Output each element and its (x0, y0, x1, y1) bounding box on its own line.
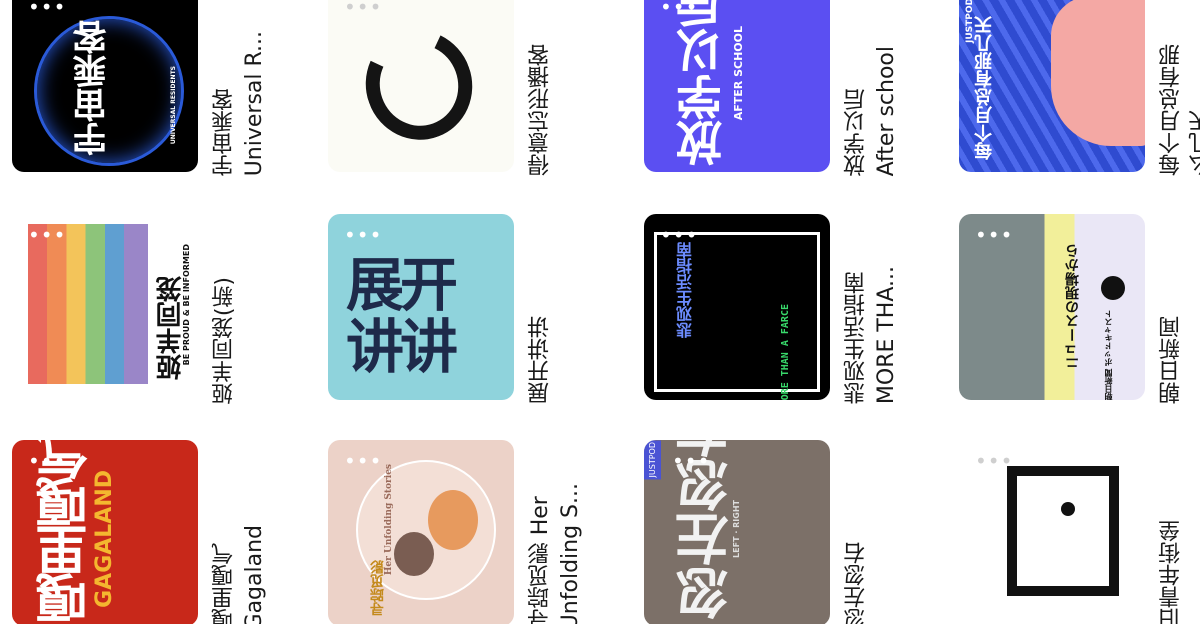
cover-subtext: MORE THAN A FARCE (780, 304, 791, 400)
cover-blob-orange (428, 490, 478, 550)
more-options-icon[interactable]: ••• (28, 451, 66, 471)
podcast-title: 每个月总有那 么几天 (1159, 44, 1200, 176)
podcast-title: 宇宙乘客 Universal R... (212, 30, 267, 176)
cover-text: 嘎里嘎气 (37, 440, 97, 624)
podcast-card[interactable]: ••• 得意忘形播客 (316, 0, 616, 186)
hand-illustration (1051, 0, 1145, 146)
more-options-icon[interactable]: ••• (672, 451, 710, 471)
podcast-cover-monthly[interactable]: 每个月总有那几天 JUSTPOD (959, 0, 1145, 172)
more-options-icon[interactable]: ••• (975, 225, 1013, 245)
podcast-card[interactable]: 放学以后 AFTER SCHOOL ••• 放学以后 After school (632, 0, 932, 186)
podcast-cover-after-school[interactable]: 放学以后 AFTER SCHOOL (644, 0, 830, 172)
rainbow-stripes (28, 224, 148, 384)
cover-bar-bottom (1007, 586, 1119, 596)
podcast-title: 得意忘形播客 (528, 44, 553, 176)
cover-text: 宇宙乘客 (73, 20, 113, 156)
justpod-badge: JUSTPOD (644, 440, 661, 480)
cover-bar-right (1109, 466, 1119, 596)
podcast-card[interactable]: 嘎里嘎气 GAGALAND ••• 嘎里嘎气 Gagaland (0, 440, 300, 624)
cover-subtext: JUSTPOD (965, 0, 975, 43)
cover-text: 悲观生活指南 (676, 242, 695, 338)
enso-circle-icon (350, 15, 488, 155)
cover-subtext: GAGALAND (92, 470, 117, 608)
cover-blob-brown (394, 532, 434, 576)
podcast-title: 嘎里嘎气 Gagaland (212, 524, 267, 624)
cover-bar-left (1007, 466, 1017, 596)
more-options-icon[interactable]: ••• (660, 225, 698, 245)
cover-subtext: 朝日新聞 ポッドキャスト (1104, 310, 1113, 400)
podcast-card[interactable]: 寻踪觅影 Her Unfolding Stories ••• 寻踪觅影 Her U… (316, 440, 616, 624)
cover-subtext: BE PROUD & BE INFORMED (182, 244, 191, 366)
cover-text: 忽左忽右 (674, 440, 738, 620)
podcast-title: 悲观生活指南 MORE THA... (844, 265, 899, 404)
more-options-icon[interactable]: ••• (344, 451, 382, 471)
podcast-title: 寻踪觅影 Her Unfolding S... (528, 482, 583, 624)
cover-text: 每个月总有那几天 (974, 16, 995, 160)
podcast-title: 展开讲讲 (528, 316, 553, 404)
podcast-title: 朝日新闻 (1159, 316, 1184, 404)
cover-text: 放学以后 (675, 0, 729, 166)
podcast-card[interactable]: 悲观生活指南 MORE THAN A FARCE ••• 悲观生活指南 MORE … (632, 214, 932, 414)
podcast-icon (1101, 276, 1125, 300)
podcast-title: 旧青年街垒 (1159, 520, 1184, 624)
cover-dot (1061, 502, 1075, 516)
podcast-card[interactable]: 展开讲讲 ••• 展开讲讲 (316, 214, 616, 414)
podcast-card[interactable]: ニュースの現場から 朝日新聞 ポッドキャスト ••• 朝日新闻 (947, 214, 1200, 414)
podcast-card[interactable]: ••• 旧青年街垒 (947, 440, 1200, 624)
more-options-icon[interactable]: ••• (975, 451, 1013, 471)
podcast-cover-universal-residents[interactable]: 宇宙乘客 UNIVERSAL RESIDENTS (12, 0, 198, 172)
cover-subtext: LEFT · RIGHT (732, 500, 741, 558)
podcast-title: 放学以后 After school (844, 45, 899, 176)
cover-text: 展开讲讲 (346, 251, 458, 381)
cover-text: ニュースの現場から (1065, 244, 1081, 370)
more-options-icon[interactable]: ••• (28, 225, 66, 245)
more-options-icon[interactable]: ••• (28, 0, 66, 17)
more-options-icon[interactable]: ••• (344, 225, 382, 245)
cover-subtext: UNIVERSAL RESIDENTS (170, 66, 177, 145)
podcast-card[interactable]: 宇宙乘客 UNIVERSAL RESIDENTS ••• 宇宙乘客 Univers… (0, 0, 300, 186)
podcast-card[interactable]: JUSTPOD 忽左忽右 LEFT · RIGHT ••• 忽左忽右 (632, 440, 932, 624)
podcast-card[interactable]: 姬羊同笼 BE PROUD & BE INFORMED ••• 姬羊同笼(新) (0, 214, 300, 414)
more-options-icon[interactable]: ••• (344, 0, 382, 17)
podcast-title: 姬羊同笼(新) (212, 276, 237, 404)
cover-subtext: AFTER SCHOOL (732, 26, 745, 121)
podcast-title: 忽左忽右 (844, 542, 869, 624)
podcast-card[interactable]: 每个月总有那几天 JUSTPOD 每个月总有那 么几天 (947, 0, 1200, 186)
podcast-cover-deyi[interactable] (328, 0, 514, 172)
cover-bar-top (1007, 466, 1119, 476)
cover-subtext: Her Unfolding Stories (384, 464, 394, 576)
more-options-icon[interactable]: ••• (660, 0, 698, 17)
